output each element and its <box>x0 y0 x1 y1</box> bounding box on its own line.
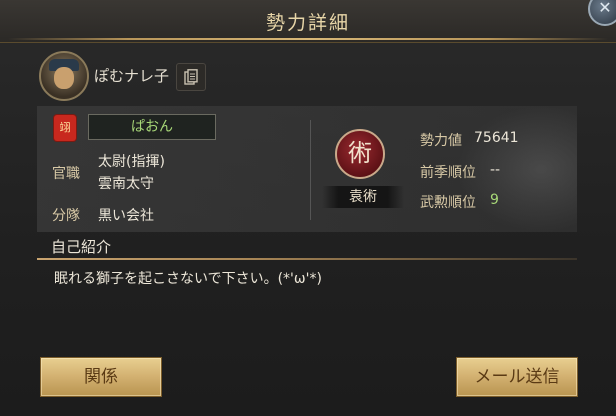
relation-button[interactable]: 関係 <box>40 357 162 397</box>
office-line-2: 雲南太守 <box>98 176 154 192</box>
avatar-face <box>54 67 74 89</box>
office-line-1: 太尉(指揮) <box>98 154 165 170</box>
guild-flag-icon: 翊 <box>54 115 76 141</box>
faction-name: 袁術 <box>322 186 404 208</box>
merit-rank-value: 9 <box>490 192 499 208</box>
squad-label: 分隊 <box>52 208 80 224</box>
title-divider <box>8 38 608 40</box>
title-bar: 勢力詳細 <box>0 0 616 43</box>
window-title: 勢力詳細 <box>265 12 350 34</box>
guild-name[interactable]: ぱおん <box>88 114 216 140</box>
faction-details-window: 勢力詳細 ✕ ぽむナレ子 翊 ぱおん 官職 太尉(指揮) 雲南太守 分隊 黒い会… <box>0 0 616 416</box>
relation-button-label: 関係 <box>84 367 118 387</box>
intro-section-header: 自己紹介 <box>37 236 577 260</box>
copy-name-button[interactable] <box>176 63 206 91</box>
power-label: 勢力値 <box>420 133 462 149</box>
info-divider <box>310 120 311 220</box>
merit-rank-label: 武勲順位 <box>420 195 476 211</box>
copy-icon <box>184 69 198 85</box>
avatar[interactable] <box>39 51 89 101</box>
power-value: 75641 <box>474 130 519 146</box>
prev-rank-value: -- <box>490 162 501 178</box>
prev-rank-label: 前季順位 <box>420 165 476 181</box>
intro-underline <box>37 258 577 260</box>
office-label: 官職 <box>52 166 80 182</box>
send-mail-button[interactable]: メール送信 <box>456 357 578 397</box>
player-name: ぽむナレ子 <box>94 67 170 85</box>
intro-label: 自己紹介 <box>51 238 112 256</box>
send-mail-button-label: メール送信 <box>474 367 560 387</box>
faction-emblem-icon: 術 <box>335 129 385 179</box>
squad-value: 黒い会社 <box>98 208 154 224</box>
intro-text: 眠れる獅子を起こさないで下さい。(*'ω'*) <box>54 271 322 287</box>
